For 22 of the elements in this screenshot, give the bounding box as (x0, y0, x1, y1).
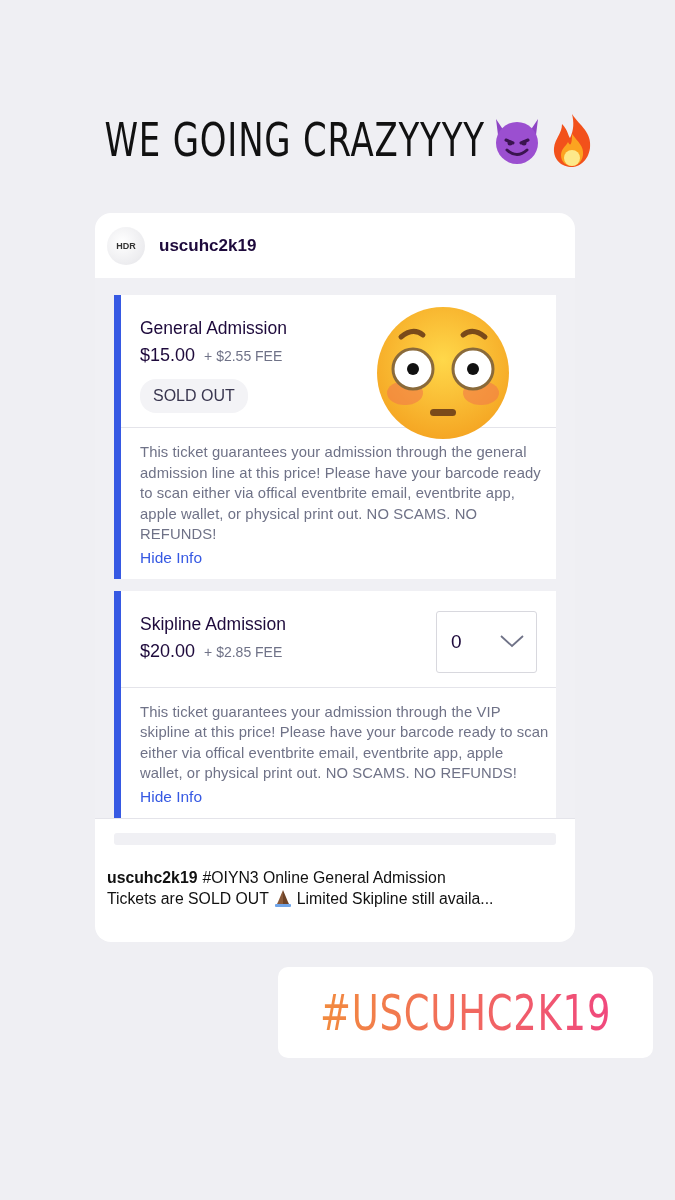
avatar: HDR (107, 226, 145, 265)
quantity-value: 0 (451, 630, 462, 653)
story-text: WE GOING CRAZYYYY (104, 113, 485, 167)
caption-text: #OIYN3 Online General Admission (202, 867, 446, 888)
chevron-down-icon (500, 635, 524, 648)
username: uscuhc2k19 (159, 235, 257, 256)
flushed-face-icon (375, 305, 511, 441)
caption-username: uscuhc2k19 (107, 867, 198, 888)
ticket-fee: + $2.85 FEE (204, 643, 283, 660)
sold-out-badge: SOLD OUT (140, 379, 248, 413)
ticket-price: $20.00 (140, 640, 196, 662)
ticket-price: $15.00 (140, 345, 196, 366)
quantity-select[interactable]: 0 (436, 610, 537, 673)
ticket-name: General Admission (140, 318, 287, 339)
ticket-name: Skipline Admission (140, 613, 286, 635)
caption-text: Tickets are SOLD OUT (107, 888, 269, 909)
ticket-fee: + $2.55 FEE (204, 348, 283, 364)
hide-info-link[interactable]: Hide Info (140, 548, 203, 567)
ticket-description: This ticket guarantees your admission through the general admission line at this price! Please have your barcode ready to scan either via offical eventbrite email, eventbrite app, apple wallet, or physical print out. NO SCAMS. NO REFUNDS! (140, 443, 542, 544)
hide-info-link[interactable]: Hide Info (140, 787, 203, 806)
ticket-description: This ticket guarantees your admission through the VIP skipline at this price! Please have your barcode ready to scan either via offical eventbrite email, eventbrite app, apple wallet, or physical print out. NO SCAMS. NO REFUNDS! (140, 702, 550, 783)
caption-text: Limited Skipline still availa... (296, 888, 494, 909)
